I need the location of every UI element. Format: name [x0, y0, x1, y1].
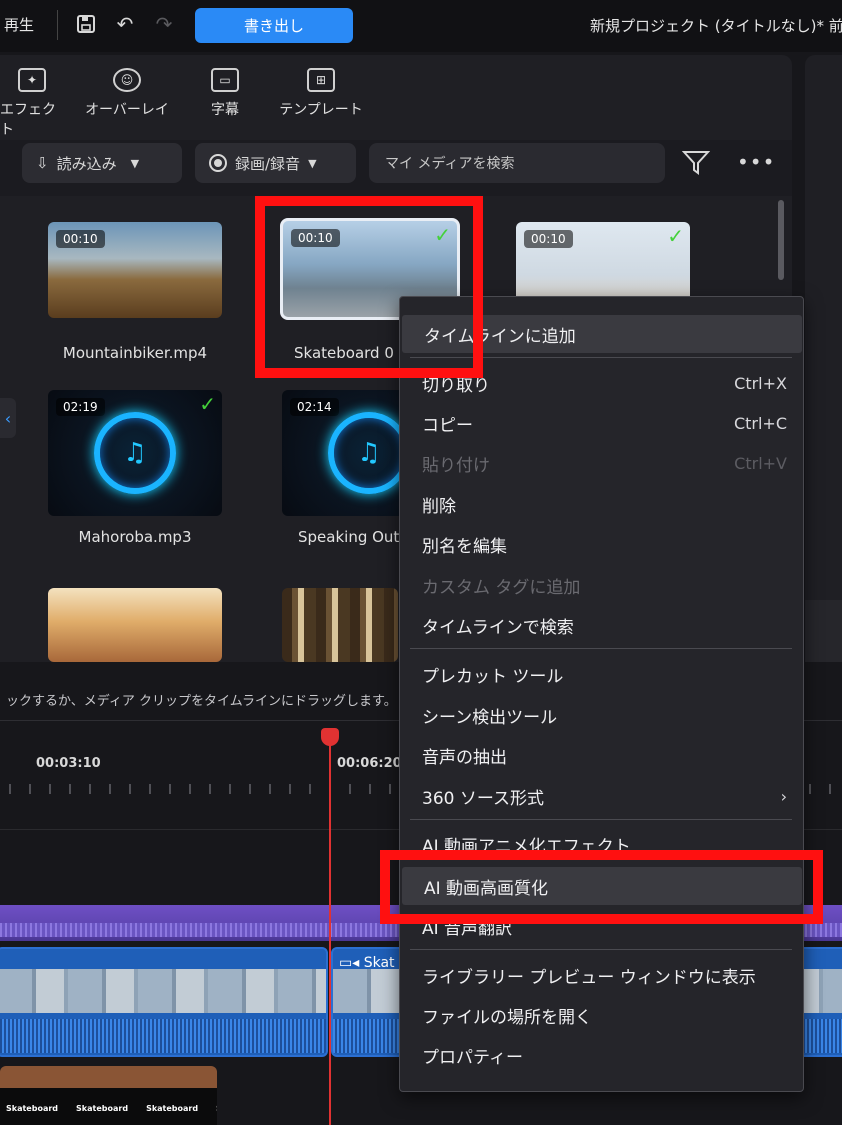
filter-icon[interactable]: [681, 150, 711, 180]
media-name: Mahoroba.mp3: [78, 528, 192, 546]
time-label: 00:03:10: [36, 756, 101, 771]
effects-icon: ✦: [18, 68, 46, 92]
tab-label: エフェクト: [0, 102, 56, 138]
clip-frames: [0, 969, 326, 1013]
media-thumbnail[interactable]: 00:10: [48, 222, 222, 318]
preview-panel-control: [805, 600, 842, 662]
tab-label: テンプレート: [279, 102, 363, 118]
annotation-highlight-box: [380, 850, 823, 924]
duration-badge: 02:19: [56, 398, 105, 416]
preview-panel-edge: [805, 55, 842, 662]
menu-item-add-custom-tag: カスタム タグに追加: [400, 566, 803, 604]
menu-item-scene-detection[interactable]: シーン検出ツール: [400, 696, 803, 734]
annotation-highlight-box: [255, 196, 483, 378]
menu-item-open-file-location[interactable]: ファイルの場所を開く: [400, 996, 803, 1034]
check-icon: ✓: [199, 392, 216, 416]
menu-item-label: ファイルの場所を開く: [422, 1007, 592, 1028]
menu-item-extract-audio[interactable]: 音声の抽出: [400, 736, 803, 774]
time-label: 00:06:20: [337, 756, 402, 771]
export-button[interactable]: 書き出し: [195, 8, 353, 43]
redo-icon[interactable]: ↷: [150, 10, 178, 38]
media-thumbnail[interactable]: 02:19 ✓ ♫: [48, 390, 222, 516]
playhead-handle[interactable]: [321, 728, 339, 746]
overlay-icon: ☺: [113, 68, 141, 92]
menu-item-shortcut: Ctrl+V: [734, 453, 787, 473]
import-button[interactable]: ⇩ 読み込み ▼: [22, 143, 182, 183]
play-button[interactable]: 再生: [4, 14, 34, 35]
menu-item-label: 貼り付け: [422, 455, 490, 476]
title-clip-text: Skateboard: [6, 1104, 59, 1113]
media-thumbnail[interactable]: [48, 588, 222, 662]
menu-item-label: プレカット ツール: [422, 666, 564, 687]
duration-badge: 02:14: [290, 398, 339, 416]
menu-item-shortcut: Ctrl+C: [733, 413, 787, 433]
media-name: Mountainbiker.mp4: [62, 344, 208, 362]
menu-item-label: シーン検出ツール: [422, 707, 558, 728]
tab-template[interactable]: ⊞ テンプレート: [278, 68, 364, 119]
project-title: 新規プロジェクト (タイトルなし)* 前回(: [590, 17, 842, 35]
record-label: 録画/録音: [235, 154, 301, 173]
menu-item-label: カスタム タグに追加: [422, 577, 581, 598]
context-menu: タイムラインに追加 切り取り Ctrl+X コピー Ctrl+C 貼り付け Ctrl+…: [399, 296, 804, 1092]
duration-badge: 00:10: [524, 230, 573, 248]
import-label: 読み込み: [56, 154, 117, 173]
title-clip-text: Skateboard: [146, 1104, 199, 1113]
menu-item-label: ライブラリー プレビュー ウィンドウに表示: [422, 967, 756, 988]
menu-item-delete[interactable]: 削除: [400, 485, 803, 523]
record-icon: [209, 154, 227, 172]
menu-item-properties[interactable]: プロパティー: [400, 1036, 803, 1074]
record-button[interactable]: 録画/録音 ▼: [195, 143, 356, 183]
music-note-icon: ♫: [328, 412, 410, 494]
more-icon[interactable]: •••: [737, 150, 775, 174]
save-icon[interactable]: [72, 10, 100, 38]
menu-item-precut-tool[interactable]: プレカット ツール: [400, 655, 803, 693]
media-thumbnail[interactable]: [282, 588, 398, 662]
title-clip-text: Skateboard: [76, 1104, 129, 1113]
undo-icon[interactable]: ↶: [111, 10, 139, 38]
tab-overlay[interactable]: ☺ オーバーレイ: [84, 68, 170, 119]
menu-item-label: プロパティー: [422, 1047, 523, 1068]
menu-item-label: 音声の抽出: [422, 747, 507, 768]
menu-item-label: コピー: [422, 415, 473, 436]
tab-label: オーバーレイ: [85, 102, 169, 118]
divider: [57, 10, 58, 40]
top-bar: 再生 ↶ ↷ 書き出し 新規プロジェクト (タイトルなし)* 前回(: [0, 0, 842, 52]
menu-separator: [410, 949, 792, 950]
title-clip-text: Skateboard: [216, 1104, 217, 1125]
menu-item-find-in-timeline[interactable]: タイムラインで検索: [400, 606, 803, 644]
collapse-left-button[interactable]: ‹: [0, 398, 16, 438]
music-note-icon: ♫: [94, 412, 176, 494]
video-clip[interactable]: [0, 947, 328, 1057]
duration-badge: 00:10: [56, 230, 105, 248]
tab-label: 字幕: [211, 102, 239, 118]
check-icon: ✓: [667, 224, 684, 248]
title-clip-frames: Skateboard Skateboard Skateboard Skatebo…: [0, 1088, 217, 1125]
chevron-down-icon: ▼: [130, 156, 140, 170]
menu-item-label: 別名を編集: [422, 536, 507, 557]
menu-item-shortcut: Ctrl+X: [734, 373, 787, 393]
tab-subtitle[interactable]: ▭ 字幕: [196, 68, 254, 119]
subtitle-icon: ▭: [211, 68, 239, 92]
menu-item-show-in-library-preview[interactable]: ライブラリー プレビュー ウィンドウに表示: [400, 956, 803, 994]
template-icon: ⊞: [307, 68, 335, 92]
menu-item-label: タイムラインで検索: [422, 617, 574, 638]
tab-effects[interactable]: ✦ エフェクト: [0, 68, 64, 139]
playhead-line: [329, 735, 331, 1125]
clip-waveform: [0, 1019, 326, 1053]
chevron-down-icon: ▼: [308, 156, 317, 170]
menu-separator: [410, 648, 792, 649]
media-search-input[interactable]: マイ メディアを検索: [369, 143, 665, 183]
menu-item-paste: 貼り付け Ctrl+V: [400, 444, 803, 482]
import-icon: ⇩: [36, 154, 49, 172]
menu-item-rename[interactable]: 別名を編集: [400, 525, 803, 563]
menu-item-360-source-format[interactable]: 360 ソース形式 ›: [400, 777, 803, 815]
title-clip[interactable]: Skateboard Skateboard Skateboard Skatebo…: [0, 1066, 217, 1125]
menu-item-copy[interactable]: コピー Ctrl+C: [400, 404, 803, 442]
menu-item-label: 削除: [422, 496, 456, 517]
chevron-right-icon: ›: [780, 786, 787, 806]
media-scrollbar[interactable]: [778, 200, 784, 280]
menu-separator: [410, 819, 792, 820]
menu-item-label: 360 ソース形式: [422, 788, 545, 809]
